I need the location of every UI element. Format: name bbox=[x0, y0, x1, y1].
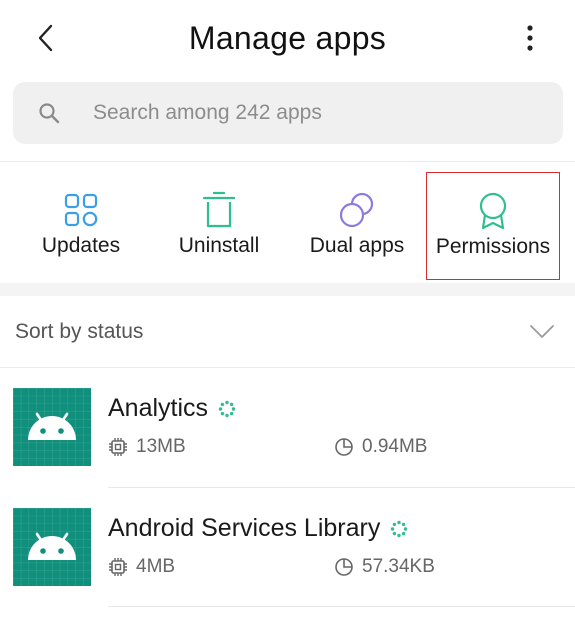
app-list-item[interactable]: Android Services Library 4MB 57.34KB bbox=[0, 488, 575, 608]
permissions-button[interactable]: Permissions bbox=[426, 172, 560, 280]
android-icon bbox=[13, 508, 91, 586]
more-vertical-icon bbox=[527, 25, 533, 51]
divider bbox=[0, 161, 575, 162]
section-separator bbox=[0, 283, 575, 296]
cache-info: 57.34KB bbox=[334, 556, 435, 578]
storage-info: 13MB bbox=[108, 436, 186, 458]
storage-info: 4MB bbox=[108, 556, 175, 578]
pie-chart-icon bbox=[335, 438, 353, 456]
badge-icon bbox=[479, 192, 507, 230]
cache-size: 0.94MB bbox=[362, 436, 428, 457]
loading-spinner-icon bbox=[218, 400, 236, 417]
search-icon bbox=[39, 103, 60, 124]
trash-icon bbox=[202, 191, 236, 228]
uninstall-label: Uninstall bbox=[178, 234, 260, 257]
top-app-bar: Manage apps bbox=[0, 0, 575, 76]
uninstall-button[interactable]: Uninstall bbox=[150, 172, 288, 280]
android-icon bbox=[13, 388, 91, 466]
updates-label: Updates bbox=[41, 234, 121, 257]
cache-info: 0.94MB bbox=[334, 436, 427, 458]
cache-size: 57.34KB bbox=[362, 556, 435, 577]
chevron-down-icon bbox=[530, 325, 554, 338]
dual-apps-label: Dual apps bbox=[309, 234, 405, 257]
more-options-button[interactable] bbox=[510, 18, 550, 58]
sort-dropdown[interactable]: Sort by status bbox=[0, 296, 575, 367]
dual-circles-icon bbox=[339, 192, 374, 228]
grid-icon bbox=[64, 193, 98, 227]
updates-button[interactable]: Updates bbox=[12, 172, 150, 280]
page-title: Manage apps bbox=[188, 20, 387, 56]
chip-icon bbox=[109, 438, 127, 456]
dual-apps-button[interactable]: Dual apps bbox=[288, 172, 426, 280]
permissions-label: Permissions bbox=[435, 235, 551, 258]
storage-size: 4MB bbox=[136, 556, 176, 577]
search-bar[interactable] bbox=[13, 82, 563, 144]
divider bbox=[108, 606, 575, 607]
search-input[interactable] bbox=[79, 82, 539, 144]
app-name-text: Android Services Library bbox=[108, 514, 381, 542]
sort-label: Sort by status bbox=[15, 320, 144, 343]
app-list-item[interactable]: Analytics 13MB 0.94MB bbox=[0, 368, 575, 488]
app-name: Android Services Library bbox=[108, 514, 408, 543]
pie-chart-icon bbox=[335, 558, 353, 576]
storage-size: 13MB bbox=[136, 436, 186, 457]
chip-icon bbox=[109, 558, 127, 576]
app-name: Analytics bbox=[108, 394, 236, 423]
app-name-text: Analytics bbox=[108, 394, 209, 422]
loading-spinner-icon bbox=[391, 520, 408, 537]
